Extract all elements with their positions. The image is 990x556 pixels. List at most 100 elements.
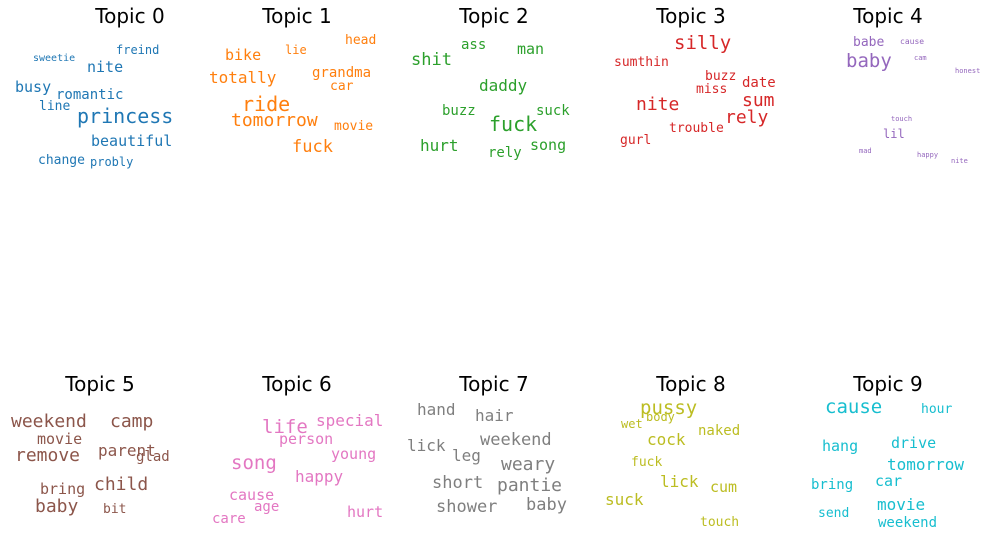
word-lil: lil (883, 127, 905, 141)
word-suck: suck (605, 490, 644, 509)
word-happy: happy (917, 151, 939, 159)
word-miss: miss (696, 82, 728, 97)
word-cum: cum (710, 478, 738, 496)
word-weekend: weekend (878, 515, 938, 531)
word-song: song (231, 452, 277, 474)
word-song: song (530, 136, 567, 154)
word-nite: nite (636, 94, 680, 115)
word-send: send (818, 506, 850, 521)
word-trouble: trouble (669, 121, 724, 136)
word-cloud: fuck shit hurt daddy man ass buzz suck song rely (409, 8, 579, 188)
word-hour: hour (921, 402, 953, 417)
word-short: short (432, 473, 484, 493)
word-baby: baby (846, 50, 892, 72)
word-happy: happy (295, 467, 344, 486)
word-fuck: fuck (631, 455, 663, 470)
word-mad: mad (859, 147, 872, 155)
topic-panel-7: Topic 7 weary pantie weekend short shower bab… (407, 372, 579, 556)
word-change: change (38, 153, 85, 168)
word-cock: cock (647, 430, 686, 449)
word-special: special (316, 411, 384, 430)
word-lick: lick (407, 436, 446, 455)
word-bring: bring (811, 477, 854, 493)
word-princess: princess (77, 104, 174, 128)
word-fuck: fuck (292, 137, 333, 157)
word-cloud: ride tomorrow fuck totally bike grandma car mov… (209, 8, 382, 188)
word-lie: lie (285, 43, 307, 57)
word-cloud: weekend camp remove child baby parent glad movi… (11, 376, 185, 556)
word-hurt: hurt (347, 503, 384, 521)
word-sumthin: sumthin (614, 55, 669, 70)
word-lick: lick (660, 472, 699, 491)
word-totally: totally (209, 68, 277, 87)
word-nite: nite (87, 58, 124, 76)
word-cloud: life song special person young happy cause age c… (212, 376, 384, 556)
word-bring: bring (40, 480, 86, 498)
word-buzz: buzz (442, 103, 476, 119)
word-rely: rely (725, 107, 769, 128)
word-man: man (517, 40, 545, 58)
word-camp: camp (110, 411, 154, 432)
word-silly: silly (674, 32, 732, 54)
word-shower: shower (436, 497, 498, 517)
word-weekend: weekend (480, 430, 552, 450)
word-baby: baby (526, 495, 567, 515)
topic-panel-9: Topic 9 cause tomorrow movie drive hang car br… (803, 372, 973, 556)
word-touch: touch (891, 115, 913, 123)
word-hair: hair (475, 406, 514, 425)
word-weary: weary (501, 454, 556, 475)
word-hand: hand (417, 400, 456, 419)
word-cloud: weary pantie weekend short shower baby hair han… (407, 376, 579, 556)
word-care: care (212, 511, 246, 527)
word-movie: movie (37, 430, 83, 448)
word-cam: cam (914, 54, 927, 62)
word-babe: babe (853, 35, 885, 50)
word-rely: rely (488, 145, 522, 161)
word-bike: bike (225, 46, 262, 64)
word-pantie: pantie (497, 475, 563, 496)
word-line: line (39, 99, 71, 114)
word-bit: bit (103, 502, 127, 517)
word-cloud: pussy cock lick suck cum naked fuck touch wet bod… (605, 376, 776, 556)
word-hang: hang (822, 437, 859, 455)
word-baby: baby (35, 496, 79, 517)
word-daddy: daddy (479, 76, 528, 95)
word-ass: ass (461, 37, 487, 53)
word-hurt: hurt (420, 136, 459, 155)
word-car: car (875, 472, 903, 490)
word-head: head (345, 33, 377, 48)
word-cause: cause (825, 396, 883, 418)
word-person: person (279, 430, 334, 448)
word-movie: movie (334, 119, 374, 134)
word-age: age (254, 499, 280, 515)
word-tomorrow: tomorrow (231, 110, 318, 131)
word-cause: cause (900, 37, 925, 46)
word-child: child (94, 474, 149, 495)
word-suck: suck (536, 103, 570, 119)
word-naked: naked (698, 423, 741, 439)
word-remove: remove (15, 445, 81, 466)
word-cloud: princess nite busy beautiful romantic line cha… (15, 8, 215, 188)
word-shit: shit (411, 50, 452, 70)
topic-panel-2: Topic 2 fuck shit hurt daddy man ass buzz suck s… (409, 4, 579, 188)
word-drive: drive (891, 434, 937, 452)
word-cloud: cause tomorrow movie drive hang car bring weeke… (803, 376, 973, 556)
word-probly: probly (90, 155, 134, 169)
word-nite: nite (951, 157, 968, 165)
word-grandma: grandma (312, 65, 372, 81)
word-young: young (331, 445, 377, 463)
topic-panel-8: Topic 8 pussy cock lick suck cum naked fuck tou… (605, 372, 776, 556)
word-movie: movie (877, 495, 926, 514)
topic-panel-5: Topic 5 weekend camp remove child baby parent… (11, 372, 185, 556)
word-date: date (742, 75, 776, 91)
word-freind: freind (116, 43, 160, 57)
topic-panel-1: Topic 1 ride tomorrow fuck totally bike grand… (209, 4, 382, 188)
word-busy: busy (15, 78, 52, 96)
word-body: body (646, 410, 675, 424)
word-gurl: gurl (620, 133, 652, 148)
word-honest: honest (955, 67, 981, 75)
word-tomorrow: tomorrow (887, 455, 965, 474)
word-sweetie: sweetie (33, 53, 76, 64)
topic-panel-6: Topic 6 life song special person young happy c… (212, 372, 384, 556)
topic-panel-3: Topic 3 silly sum rely nite date buzz miss trou… (606, 4, 776, 188)
